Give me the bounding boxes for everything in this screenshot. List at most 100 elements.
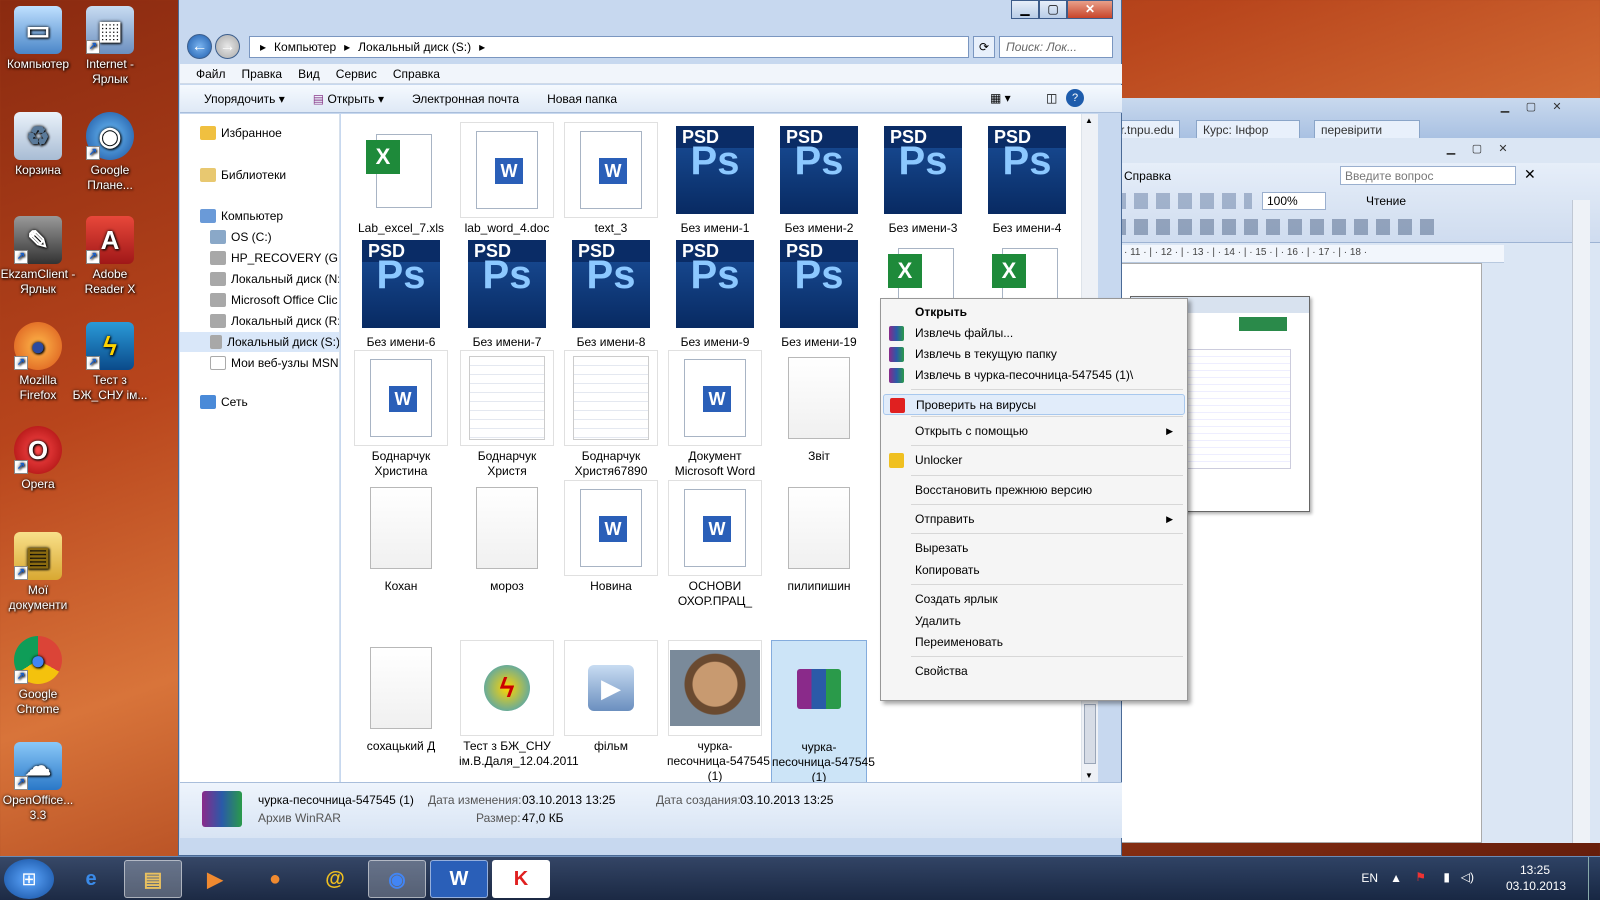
context-menu-item[interactable]: Открыть — [883, 302, 1185, 323]
file-item[interactable]: Звіт — [771, 350, 867, 464]
search-input[interactable]: Поиск: Лок... — [999, 36, 1113, 58]
close-icon[interactable]: ✕ — [1546, 100, 1568, 116]
file-item[interactable]: Боднарчук Христя — [459, 350, 555, 479]
file-item[interactable]: ϟ Тест з БЖ_СНУ ім.В.Даля_12.04.2011 — [459, 640, 579, 769]
firefox-icon[interactable]: ● — [246, 860, 304, 898]
desktop-icon-internet[interactable]: ▦ ↗ Internet - Ярлык — [72, 6, 148, 87]
zoom-select[interactable]: 100% — [1262, 192, 1326, 210]
desktop-icon-computer[interactable]: ▭ Компьютер — [0, 6, 76, 72]
close-icon[interactable]: ✕ — [1067, 0, 1113, 19]
internet-explorer-icon[interactable]: e — [62, 860, 120, 898]
organize-button[interactable]: Упорядочить ▾ — [190, 92, 299, 106]
chrome-icon[interactable]: ◉ — [368, 860, 426, 898]
nav-drive-g[interactable]: HP_RECOVERY (G:) — [210, 248, 339, 268]
desktop-icon-recycle-bin[interactable]: ♻ Корзина — [0, 112, 76, 178]
help-icon[interactable]: ? — [1066, 89, 1084, 107]
address-bar[interactable]: ▸ Компьютер ▸ Локальный диск (S:) ▸ — [249, 36, 969, 58]
context-menu-item[interactable]: Свойства — [883, 661, 1185, 682]
context-menu-item[interactable]: Unlocker — [883, 450, 1185, 471]
question-input[interactable]: Введите вопрос — [1340, 166, 1516, 185]
nav-libraries[interactable]: Библиотеки — [200, 165, 286, 185]
chevron-right-icon[interactable]: ▸ — [344, 37, 350, 57]
file-item[interactable]: W Боднарчук Христина — [353, 350, 449, 479]
file-item[interactable]: Боднарчук Христя67890 — [563, 350, 659, 479]
nav-drive-n[interactable]: Локальный диск (N: — [210, 269, 339, 289]
forward-icon[interactable]: → — [215, 34, 240, 59]
file-item[interactable]: Wlab_word_4.doc — [459, 122, 555, 236]
desktop-icon-chrome[interactable]: ● ↗ Google Chrome — [0, 636, 76, 717]
context-menu-item[interactable]: Извлечь в текущую папку — [883, 344, 1185, 365]
back-icon[interactable]: ← — [187, 34, 212, 59]
desktop-icon-opera[interactable]: O ↗ Opera — [0, 426, 76, 492]
power-icon[interactable]: ▮ — [1443, 870, 1450, 884]
context-menu-item[interactable]: Вырезать — [883, 538, 1185, 559]
scroll-down-icon[interactable]: ▼ — [1085, 771, 1093, 780]
file-item[interactable]: W Документ Microsoft Word — [667, 350, 763, 479]
browser-tab[interactable]: перевірити — [1314, 120, 1420, 138]
network-warning-icon[interactable]: ⚑ — [1415, 870, 1426, 884]
desktop-icon-ekzamclient[interactable]: ✎ ↗ EkzamClient - Ярлык — [0, 216, 76, 297]
document-scrollbar[interactable] — [1572, 200, 1590, 843]
file-item[interactable]: PSD Ps Без имени-8 — [563, 236, 659, 350]
menu-edit[interactable]: Правка — [234, 64, 291, 83]
chevron-right-icon[interactable]: ▸ — [260, 37, 266, 57]
menu-view[interactable]: Вид — [290, 64, 328, 83]
clock-date[interactable]: 03.10.2013 — [1506, 879, 1566, 893]
file-item[interactable]: PSD Ps Без имени-9 — [667, 236, 763, 350]
file-item[interactable]: пилипишин — [771, 480, 867, 594]
show-hidden-icon[interactable]: ▲ — [1390, 871, 1402, 885]
desktop-icon-google-earth[interactable]: ◉ ↗ Google Плане... — [72, 112, 148, 193]
new-folder-button[interactable]: Новая папка — [533, 92, 631, 106]
nav-msn-sites[interactable]: Мои веб-узлы MSN — [210, 353, 338, 373]
refresh-icon[interactable]: ⟳ — [973, 36, 995, 58]
nav-office-click[interactable]: Microsoft Office Clic — [210, 290, 337, 310]
nav-drive-c[interactable]: OS (C:) — [210, 227, 272, 247]
close-icon[interactable]: ✕ — [1492, 142, 1514, 158]
file-item[interactable]: W Новина — [563, 480, 659, 594]
nav-drive-r[interactable]: Локальный диск (R: — [210, 311, 339, 331]
view-options-icon[interactable]: ▦ ▾ — [976, 91, 1025, 105]
breadcrumb-computer[interactable]: Компьютер — [270, 37, 340, 57]
maximize-icon[interactable]: ▢ — [1520, 100, 1542, 116]
desktop-icon-test-app[interactable]: ϟ ↗ Тест з БЖ_СНУ ім... — [72, 322, 148, 403]
browser-tab[interactable]: Курс: Інфор — [1196, 120, 1300, 138]
maximize-icon[interactable]: ▢ — [1039, 0, 1067, 19]
file-item[interactable]: X Lab_excel_7.xls — [353, 122, 449, 236]
context-menu-item[interactable]: Извлечь файлы... — [883, 323, 1185, 344]
file-item[interactable]: сохацький Д — [353, 640, 449, 754]
file-item[interactable]: PSD Ps Без имени-4 — [979, 122, 1075, 236]
close-icon[interactable]: ✕ — [1524, 166, 1536, 183]
context-menu-item[interactable]: Восстановить прежнюю версию — [883, 480, 1185, 501]
email-button[interactable]: Электронная почта — [398, 92, 533, 106]
file-item[interactable]: PSD Ps Без имени-2 — [771, 122, 867, 236]
toolbar-icons[interactable] — [1112, 193, 1252, 209]
file-item[interactable]: W ОСНОВИ ОХОР.ПРАЦ_ — [667, 480, 763, 609]
desktop-icon-openoffice[interactable]: ☁ ↗ OpenOffice... 3.3 — [0, 742, 76, 823]
desktop-icon-firefox[interactable]: ● ↗ Mozilla Firefox — [0, 322, 76, 403]
file-item[interactable]: PSD Ps Без имени-6 — [353, 236, 449, 350]
chevron-right-icon[interactable]: ▸ — [479, 37, 485, 57]
word-icon[interactable]: W — [430, 860, 488, 898]
language-indicator[interactable]: EN — [1361, 871, 1378, 885]
file-item[interactable]: PSD Ps Без имени-19 — [771, 236, 867, 350]
menu-help[interactable]: Справка — [1124, 169, 1171, 183]
format-toolbar-icons[interactable] — [1112, 219, 1442, 235]
scrollbar-thumb[interactable] — [1084, 704, 1096, 764]
volume-icon[interactable]: ◁) — [1461, 870, 1474, 884]
context-menu-item[interactable]: Проверить на вирусы — [883, 394, 1185, 415]
file-item[interactable]: PSD Ps Без имени-1 — [667, 122, 763, 236]
scroll-up-icon[interactable]: ▲ — [1085, 116, 1093, 125]
nav-favorites[interactable]: Избранное — [200, 123, 282, 143]
menu-tools[interactable]: Сервис — [328, 64, 385, 83]
context-menu-item[interactable]: Переименовать — [883, 632, 1185, 653]
nav-computer[interactable]: Компьютер — [200, 206, 283, 226]
maximize-icon[interactable]: ▢ — [1466, 142, 1488, 158]
nav-drive-s[interactable]: Локальный диск (S:) — [180, 332, 339, 352]
context-menu-item[interactable]: Отправить ▶ — [883, 509, 1185, 530]
desktop-icon-adobe-reader[interactable]: A ↗ Adobe Reader X — [72, 216, 148, 297]
kaspersky-icon[interactable]: K — [492, 860, 550, 898]
desktop-icon-my-documents[interactable]: ▤ ↗ Мої документи — [0, 532, 76, 613]
show-desktop-button[interactable] — [1588, 857, 1600, 900]
file-item[interactable]: Wtext_3 — [563, 122, 659, 236]
clock-time[interactable]: 13:25 — [1520, 863, 1550, 877]
